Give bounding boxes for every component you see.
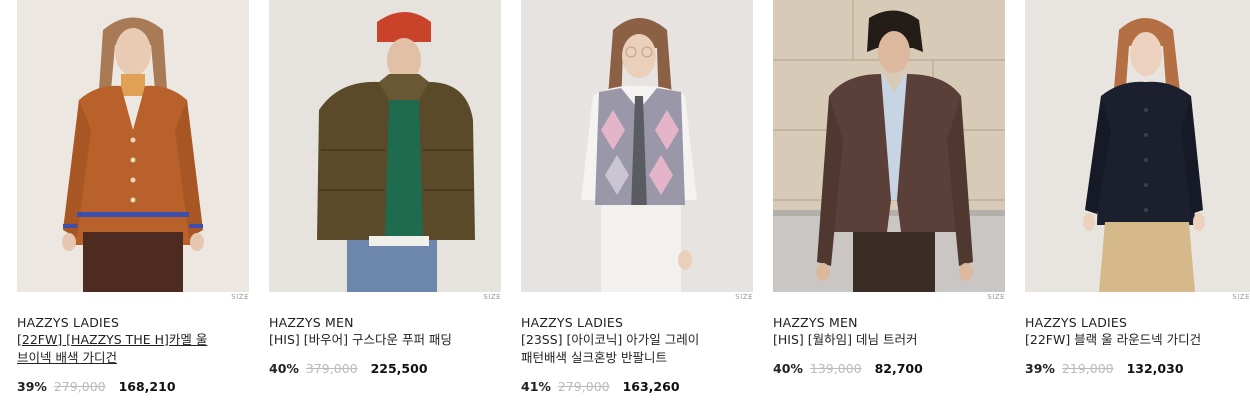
original-price: 139,000 — [809, 361, 862, 376]
sale-price: 82,700 — [874, 361, 923, 376]
product-card[interactable]: SIZE HAZZYS MEN [HIS] [바우어] 구스다운 푸퍼 패딩 4… — [269, 0, 501, 420]
size-label[interactable]: SIZE — [987, 293, 1005, 301]
product-name[interactable]: [22FW] [HAZZYS THE H]카멜 울 브이넥 배색 가디건 — [17, 331, 232, 367]
product-brand: HAZZYS LADIES — [521, 315, 624, 330]
price-row: 40% 139,000 82,700 — [773, 361, 923, 376]
product-image[interactable] — [17, 0, 249, 292]
price-row: 41% 279,000 163,260 — [521, 379, 680, 394]
product-card[interactable]: SIZE HAZZYS LADIES [22FW] 블랙 울 라운드넥 가디건 … — [1025, 0, 1250, 420]
price-row: 39% 279,000 168,210 — [17, 379, 176, 394]
size-label[interactable]: SIZE — [483, 293, 501, 301]
product-image[interactable] — [773, 0, 1005, 292]
product-brand: HAZZYS LADIES — [17, 315, 120, 330]
product-image[interactable] — [1025, 0, 1250, 292]
discount-rate: 39% — [1025, 361, 1055, 376]
original-price: 379,000 — [305, 361, 358, 376]
discount-rate: 40% — [269, 361, 299, 376]
discount-rate: 39% — [17, 379, 47, 394]
sale-price: 163,260 — [622, 379, 680, 394]
original-price: 279,000 — [557, 379, 610, 394]
product-image[interactable] — [521, 0, 753, 292]
sale-price: 225,500 — [370, 361, 428, 376]
price-row: 40% 379,000 225,500 — [269, 361, 428, 376]
product-name[interactable]: [23SS] [아이코닉] 아가일 그레이 패턴배색 실크혼방 반팔니트 — [521, 331, 736, 367]
product-card[interactable]: SIZE HAZZYS MEN [HIS] [월하임] 데님 트러커 40% 1… — [773, 0, 1005, 420]
size-label[interactable]: SIZE — [1232, 293, 1250, 301]
size-label[interactable]: SIZE — [735, 293, 753, 301]
product-card[interactable]: SIZE HAZZYS LADIES [22FW] [HAZZYS THE H]… — [17, 0, 249, 420]
product-name[interactable]: [22FW] 블랙 울 라운드넥 가디건 — [1025, 331, 1240, 349]
discount-rate: 41% — [521, 379, 551, 394]
discount-rate: 40% — [773, 361, 803, 376]
size-label[interactable]: SIZE — [231, 293, 249, 301]
original-price: 219,000 — [1061, 361, 1114, 376]
original-price: 279,000 — [53, 379, 106, 394]
sale-price: 168,210 — [118, 379, 176, 394]
price-row: 39% 219,000 132,030 — [1025, 361, 1184, 376]
product-card[interactable]: SIZE HAZZYS LADIES [23SS] [아이코닉] 아가일 그레이… — [521, 0, 753, 420]
product-grid: SIZE HAZZYS LADIES [22FW] [HAZZYS THE H]… — [0, 0, 1250, 420]
product-name[interactable]: [HIS] [바우어] 구스다운 푸퍼 패딩 — [269, 331, 484, 349]
product-brand: HAZZYS MEN — [773, 315, 858, 330]
sale-price: 132,030 — [1126, 361, 1184, 376]
product-name[interactable]: [HIS] [월하임] 데님 트러커 — [773, 331, 988, 349]
product-image[interactable] — [269, 0, 501, 292]
product-brand: HAZZYS LADIES — [1025, 315, 1128, 330]
product-brand: HAZZYS MEN — [269, 315, 354, 330]
